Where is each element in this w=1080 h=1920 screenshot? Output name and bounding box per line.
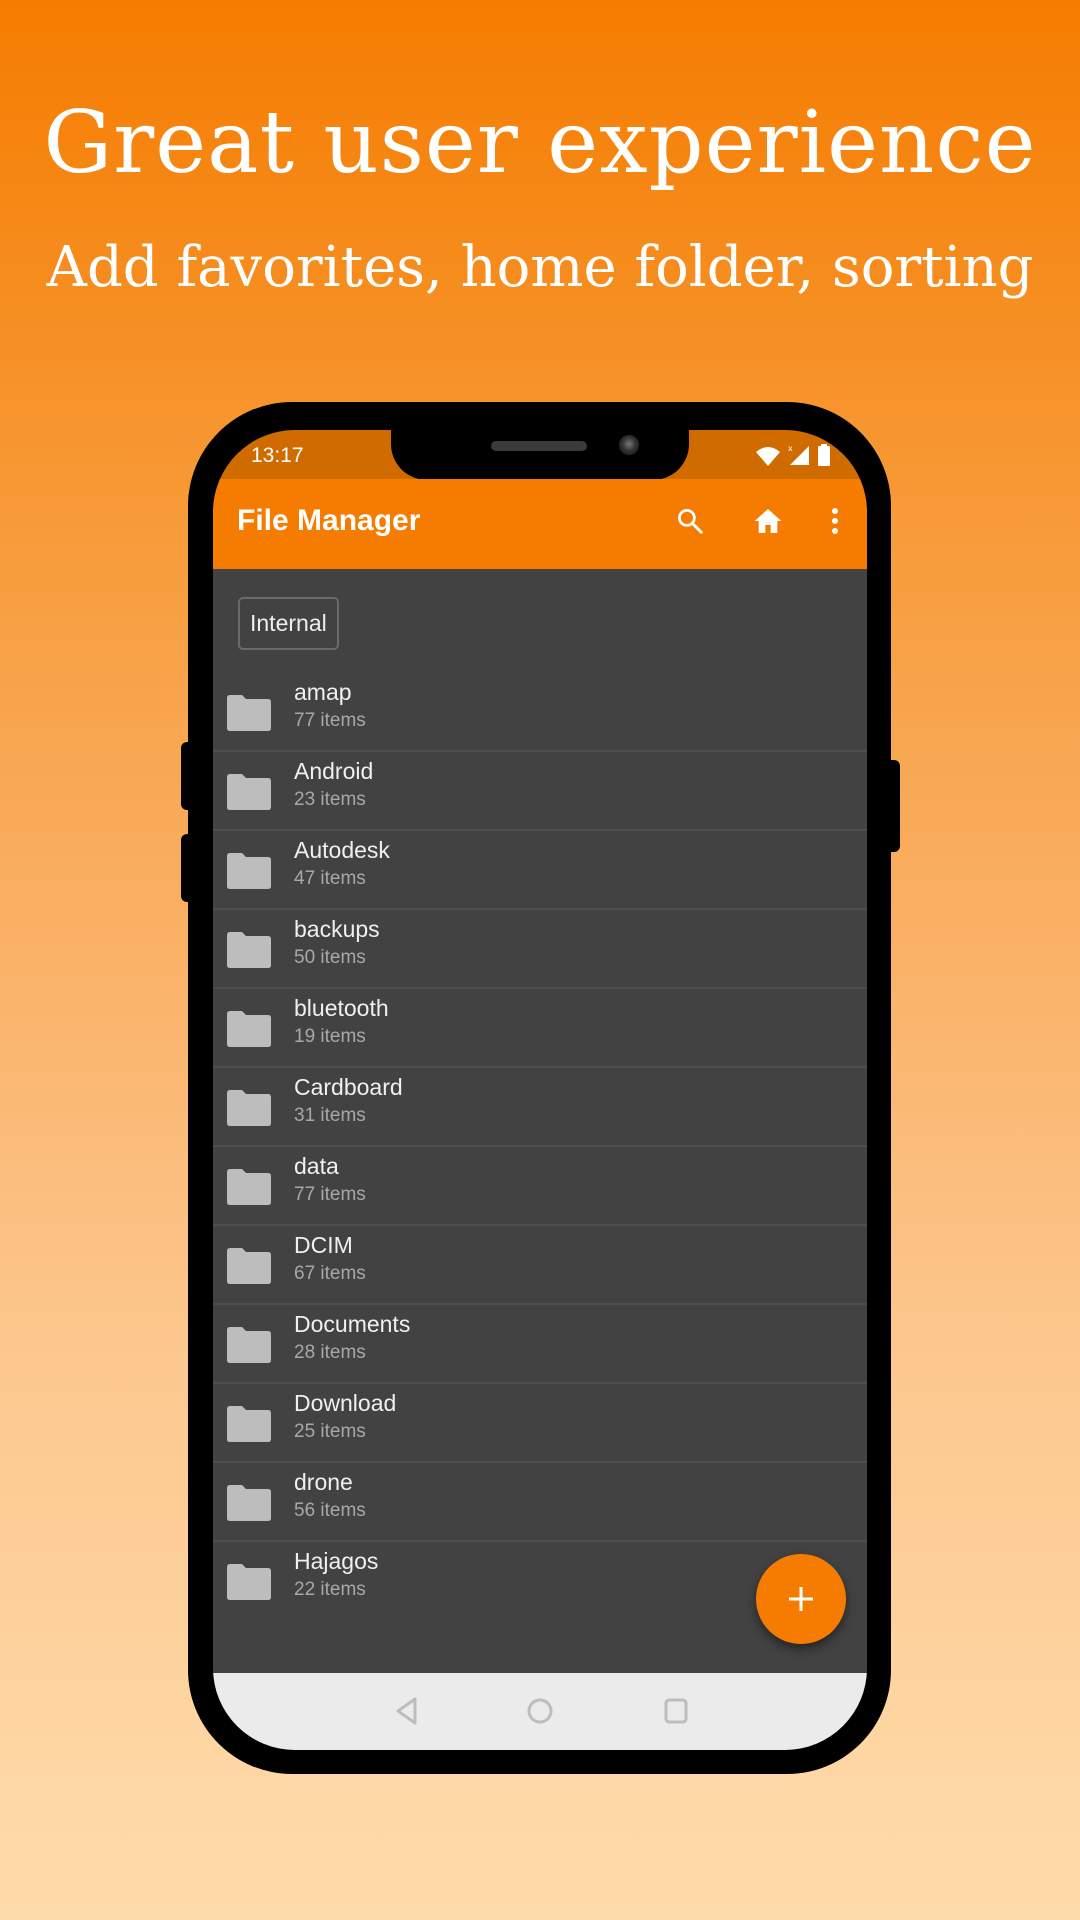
folder-icon <box>227 1564 271 1600</box>
folder-name: Hajagos <box>294 1548 379 1574</box>
more-vert-icon <box>832 508 838 534</box>
folder-name: DCIM <box>294 1232 353 1258</box>
folder-item-count: 56 items <box>294 1500 366 1521</box>
breadcrumb-internal[interactable]: Internal <box>238 597 339 650</box>
folder-name: Documents <box>294 1311 411 1337</box>
svg-text:x: x <box>788 444 793 453</box>
folder-item-count: 67 items <box>294 1263 366 1284</box>
folder-item-count: 22 items <box>294 1579 366 1600</box>
folder-icon <box>227 1406 271 1442</box>
folder-row[interactable]: Cardboard 31 items <box>213 1068 867 1147</box>
folder-icon <box>227 1485 271 1521</box>
folder-icon <box>227 1090 271 1126</box>
folder-item-count: 50 items <box>294 947 366 968</box>
folder-row[interactable]: data 77 items <box>213 1147 867 1226</box>
nav-recents-button[interactable] <box>656 1691 696 1731</box>
status-time: 13:17 <box>251 444 304 467</box>
folder-icon <box>227 932 271 968</box>
promo-title: Great user experience <box>43 93 1037 193</box>
nav-home-button[interactable] <box>520 1691 560 1731</box>
folder-name: drone <box>294 1469 353 1495</box>
status-icons: x <box>755 444 831 470</box>
folder-item-count: 25 items <box>294 1421 366 1442</box>
folder-item-count: 19 items <box>294 1026 366 1047</box>
folder-name: Cardboard <box>294 1074 403 1100</box>
camera-notch <box>391 430 689 480</box>
folder-list: amap 77 items Android 23 items Autodesk … <box>213 673 867 1613</box>
folder-item-count: 77 items <box>294 710 366 731</box>
folder-icon <box>227 1248 271 1284</box>
earpiece-speaker <box>491 441 587 451</box>
app-title: File Manager <box>237 504 421 537</box>
folder-row[interactable]: backups 50 items <box>213 910 867 989</box>
folder-row[interactable]: drone 56 items <box>213 1463 867 1542</box>
folder-row[interactable]: Autodesk 47 items <box>213 831 867 910</box>
recents-icon <box>664 1698 688 1724</box>
app-toolbar: File Manager <box>213 479 867 569</box>
folder-row[interactable]: DCIM 67 items <box>213 1226 867 1305</box>
search-icon <box>678 509 703 534</box>
folder-name: bluetooth <box>294 995 389 1021</box>
folder-name: amap <box>294 679 352 705</box>
folder-name: Android <box>294 758 374 784</box>
plus-icon <box>789 1587 813 1611</box>
folder-icon <box>227 1169 271 1205</box>
add-fab-button[interactable] <box>756 1554 846 1644</box>
folder-row[interactable]: Download 25 items <box>213 1384 867 1463</box>
folder-item-count: 23 items <box>294 789 366 810</box>
folder-name: Autodesk <box>294 837 390 863</box>
system-nav-bar <box>213 1673 867 1750</box>
folder-icon <box>227 1011 271 1047</box>
home-icon <box>754 509 782 533</box>
folder-name: Download <box>294 1390 397 1416</box>
folder-icon <box>227 1327 271 1363</box>
folder-item-count: 47 items <box>294 868 366 889</box>
folder-name: backups <box>294 916 380 942</box>
folder-icon <box>227 774 271 810</box>
search-button[interactable] <box>670 501 710 541</box>
home-button[interactable] <box>748 501 788 541</box>
file-list-area[interactable]: Internal amap 77 items Android 23 items … <box>213 569 867 1613</box>
cellular-signal-icon: x <box>787 444 811 470</box>
battery-icon <box>817 444 831 470</box>
folder-row[interactable]: Android 23 items <box>213 752 867 831</box>
back-icon <box>396 1697 417 1725</box>
front-camera <box>619 435 639 455</box>
folder-row[interactable]: Documents 28 items <box>213 1305 867 1384</box>
nav-back-button[interactable] <box>387 1691 427 1731</box>
folder-icon <box>227 695 271 731</box>
folder-item-count: 77 items <box>294 1184 366 1205</box>
folder-icon <box>227 853 271 889</box>
wifi-icon <box>755 446 781 470</box>
home-circle-icon <box>527 1698 553 1724</box>
more-options-button[interactable] <box>815 501 855 541</box>
folder-row[interactable]: bluetooth 19 items <box>213 989 867 1068</box>
folder-item-count: 31 items <box>294 1105 366 1126</box>
folder-row[interactable]: amap 77 items <box>213 673 867 752</box>
phone-screen: 13:17 x File Manager Internal amap 77 it… <box>213 430 867 1750</box>
folder-item-count: 28 items <box>294 1342 366 1363</box>
folder-name: data <box>294 1153 339 1179</box>
promo-subtitle: Add favorites, home folder, sorting <box>46 235 1034 300</box>
